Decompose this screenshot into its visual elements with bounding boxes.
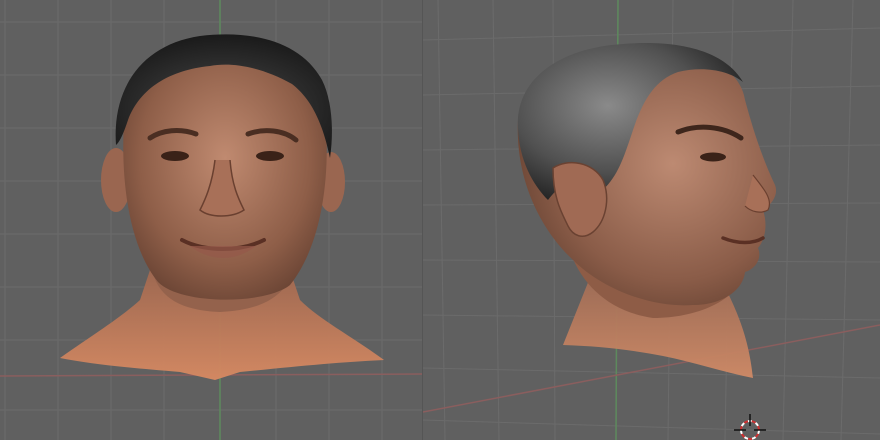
left-eye (161, 151, 189, 161)
viewport-perspective[interactable] (423, 0, 880, 440)
head-model-perspective[interactable] (517, 43, 777, 378)
viewport-front[interactable] (0, 0, 423, 440)
blender-3d-workspace (0, 0, 880, 440)
3d-cursor-icon[interactable] (734, 414, 766, 440)
viewport-front-canvas[interactable] (0, 0, 423, 440)
right-eye (256, 151, 284, 161)
head-model-front[interactable] (60, 34, 384, 380)
eye (700, 152, 726, 162)
viewport-perspective-canvas[interactable] (423, 0, 880, 440)
